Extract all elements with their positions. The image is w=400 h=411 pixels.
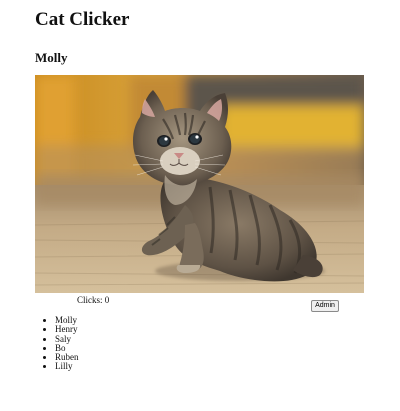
kitten-photo (35, 75, 364, 293)
cat-list: Molly Henry Saly Bo Ruben Lilly (55, 315, 79, 372)
clicks-value: 0 (104, 295, 110, 305)
cat-image[interactable] (35, 75, 364, 293)
clicks-counter: Clicks: 0 (77, 295, 109, 306)
clicks-label: Clicks: (77, 295, 103, 305)
admin-button[interactable]: Admin (311, 300, 339, 312)
cat-name: Molly (35, 50, 68, 65)
page-title: Cat Clicker (35, 9, 130, 30)
cat-list-item-lilly[interactable]: Lilly (55, 362, 79, 372)
